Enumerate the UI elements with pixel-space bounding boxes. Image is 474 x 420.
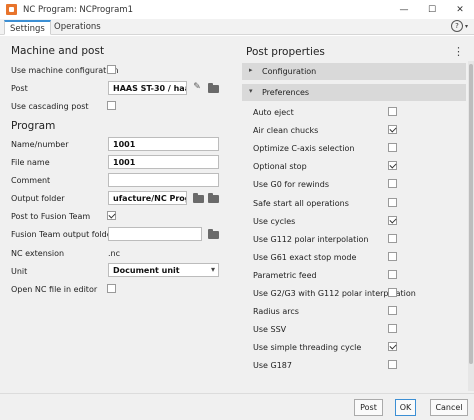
- comment-label: Comment: [11, 176, 51, 185]
- property-checkbox[interactable]: [388, 107, 397, 116]
- property-label: Safe start all operations: [253, 199, 349, 208]
- dialog-footer: Post OK Cancel: [0, 393, 474, 420]
- property-label: Optimize C-axis selection: [253, 144, 355, 153]
- property-checkbox[interactable]: [388, 306, 397, 315]
- property-label: Use G0 for rewinds: [253, 180, 329, 189]
- maximize-button[interactable]: ☐: [418, 0, 446, 19]
- property-checkbox[interactable]: [388, 234, 397, 243]
- property-label: Use G187: [253, 361, 292, 370]
- property-checkbox[interactable]: [388, 324, 397, 333]
- property-checkbox[interactable]: [388, 216, 397, 225]
- property-checkbox[interactable]: [388, 179, 397, 188]
- name-number-input[interactable]: 1001: [108, 137, 219, 151]
- help-controls[interactable]: ? ▾: [450, 20, 468, 32]
- window-title: NC Program: NCProgram1: [23, 4, 133, 15]
- help-icon[interactable]: ?: [450, 20, 463, 32]
- open-folder-icon[interactable]: [193, 193, 204, 203]
- use-cascading-post-checkbox[interactable]: [107, 101, 116, 110]
- post-button[interactable]: Post: [354, 399, 383, 416]
- use-machine-config-checkbox[interactable]: [107, 65, 116, 74]
- property-label: Radius arcs: [253, 307, 299, 316]
- post-to-fusion-label: Post to Fusion Team: [11, 212, 91, 221]
- close-button[interactable]: ✕: [446, 0, 474, 19]
- property-checkbox[interactable]: [388, 342, 397, 351]
- ok-button[interactable]: OK: [395, 399, 416, 416]
- chevron-right-icon: ▸: [249, 66, 253, 74]
- property-label: Optional stop: [253, 162, 307, 171]
- browse-folder-icon[interactable]: [208, 193, 219, 203]
- nc-extension-label: NC extension: [11, 249, 65, 258]
- property-label: Use simple threading cycle: [253, 343, 362, 352]
- chevron-down-icon[interactable]: ▾: [465, 23, 468, 30]
- output-folder-label: Output folder: [11, 194, 65, 203]
- property-label: Use cycles: [253, 217, 296, 226]
- property-label: Auto eject: [253, 108, 294, 117]
- group-configuration-label: Configuration: [262, 67, 317, 76]
- nc-extension-value: .nc: [108, 249, 121, 258]
- file-name-input[interactable]: 1001: [108, 155, 219, 169]
- folder-icon[interactable]: [208, 83, 219, 93]
- fusion-output-folder-label: Fusion Team output folder: [11, 230, 115, 239]
- chevron-down-icon: ▾: [249, 87, 253, 95]
- use-cascading-post-label: Use cascading post: [11, 102, 89, 111]
- name-number-label: Name/number: [11, 140, 69, 149]
- group-configuration[interactable]: ▸ Configuration: [242, 63, 466, 80]
- group-preferences-label: Preferences: [262, 88, 310, 97]
- property-label: Use G112 polar interpolation: [253, 235, 369, 244]
- property-checkbox[interactable]: [388, 161, 397, 170]
- program-section-title: Program: [11, 120, 56, 132]
- property-label: Use SSV: [253, 325, 287, 334]
- post-label: Post: [11, 84, 28, 93]
- scrollbar-thumb[interactable]: [469, 64, 473, 364]
- property-checkbox[interactable]: [388, 288, 397, 297]
- fusion-folder-icon[interactable]: [208, 229, 219, 239]
- property-checkbox[interactable]: [388, 270, 397, 279]
- property-checkbox[interactable]: [388, 252, 397, 261]
- fusion-output-folder-input[interactable]: [108, 227, 202, 241]
- property-checkbox[interactable]: [388, 143, 397, 152]
- property-label: Use G61 exact stop mode: [253, 253, 357, 262]
- edit-pencil-icon[interactable]: ✎: [191, 82, 203, 93]
- property-checkbox[interactable]: [388, 360, 397, 369]
- group-preferences[interactable]: ▾ Preferences: [242, 84, 466, 101]
- open-nc-file-label: Open NC file in editor: [11, 285, 98, 294]
- machine-section-title: Machine and post: [11, 45, 105, 57]
- property-checkbox[interactable]: [388, 125, 397, 134]
- use-machine-config-label: Use machine configuration: [11, 66, 119, 75]
- post-properties-title: Post properties: [246, 46, 325, 58]
- unit-select[interactable]: Document unit: [108, 263, 219, 277]
- property-label: Parametric feed: [253, 271, 317, 280]
- comment-input[interactable]: [108, 173, 219, 187]
- tab-settings[interactable]: Settings: [4, 20, 51, 35]
- window-controls: — ☐ ✕: [390, 0, 474, 19]
- property-checkbox[interactable]: [388, 198, 397, 207]
- output-folder-input[interactable]: ufacture/NC Program: [108, 191, 187, 205]
- minimize-button[interactable]: —: [390, 0, 418, 19]
- more-options-icon[interactable]: ⋮: [453, 45, 464, 58]
- cancel-button[interactable]: Cancel: [430, 399, 468, 416]
- file-name-label: File name: [11, 158, 50, 167]
- post-properties-panel: Post properties ⋮ ▸ Configuration ▾ Pref…: [236, 36, 474, 393]
- post-to-fusion-checkbox[interactable]: [107, 211, 116, 220]
- app-icon: [6, 4, 17, 15]
- open-nc-file-checkbox[interactable]: [107, 284, 116, 293]
- tab-operations[interactable]: Operations: [49, 20, 106, 35]
- title-bar: NC Program: NCProgram1 — ☐ ✕: [0, 0, 474, 19]
- tab-bar: Settings Operations ? ▾: [0, 19, 474, 35]
- unit-label: Unit: [11, 267, 28, 276]
- property-label: Air clean chucks: [253, 126, 319, 135]
- post-field[interactable]: HAAS ST-30 / haas: [108, 81, 187, 95]
- settings-panel: Machine and post Use machine configurati…: [0, 36, 236, 393]
